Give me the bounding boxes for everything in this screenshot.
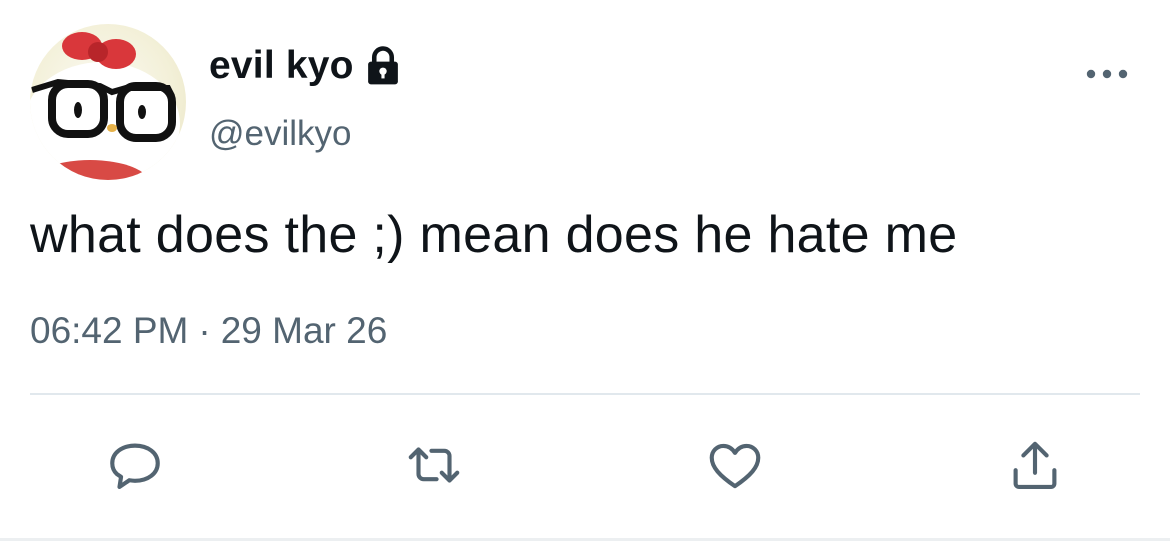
avatar-image <box>30 32 180 180</box>
display-name[interactable]: evil kyo <box>209 44 404 88</box>
like-button[interactable] <box>700 430 770 500</box>
tweet-text: what does the ;) mean does he hate me <box>30 206 958 264</box>
tweet-time: 06:42 PM <box>30 310 189 351</box>
user-handle[interactable]: @evilkyo <box>209 114 352 154</box>
tweet-date: 29 Mar 26 <box>220 310 388 351</box>
tweet-timestamp[interactable]: 06:42 PM · 29 Mar 26 <box>30 310 387 352</box>
share-button[interactable] <box>1000 430 1070 500</box>
like-icon <box>709 443 761 489</box>
divider <box>30 393 1140 395</box>
share-icon <box>1013 441 1057 490</box>
more-options-icon[interactable] <box>1084 62 1130 86</box>
avatar[interactable] <box>30 24 186 180</box>
lock-icon <box>367 46 398 85</box>
reply-button[interactable] <box>100 430 170 500</box>
action-bar <box>0 430 1170 500</box>
display-name-text: evil kyo <box>209 44 354 87</box>
timestamp-separator: · <box>198 310 211 351</box>
reply-icon <box>110 443 160 490</box>
retweet-button[interactable] <box>399 430 469 500</box>
bottom-divider <box>0 538 1170 541</box>
retweet-icon <box>408 447 460 483</box>
tweet-card: evil kyo @evilkyo what does the ;) mean … <box>0 0 1170 558</box>
